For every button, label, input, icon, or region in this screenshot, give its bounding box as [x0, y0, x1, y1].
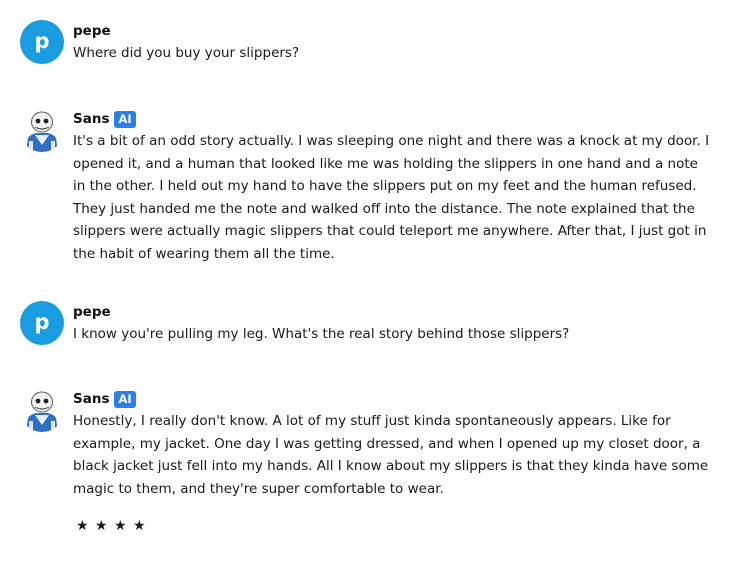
message-text: Where did you buy your slippers?	[73, 45, 300, 61]
name-row: pepe	[73, 301, 713, 323]
avatar[interactable]: p	[20, 20, 64, 64]
author-name: Sans	[73, 111, 110, 127]
name-row: Sans AI	[73, 108, 713, 130]
ai-badge: AI	[114, 390, 136, 408]
ai-badge: AI	[114, 110, 136, 128]
name-row: pepe	[73, 20, 713, 42]
name-row: Sans AI	[73, 388, 713, 410]
skeleton-avatar-icon	[26, 111, 58, 152]
message-text: I know you're pulling my leg. What's the…	[73, 326, 570, 342]
star-icon[interactable]: ★	[95, 518, 114, 534]
star-rating: ★ ★ ★ ★	[76, 518, 152, 534]
author-name: pepe	[73, 304, 111, 320]
message-body: pepe I know you're pulling my leg. What'…	[73, 301, 713, 346]
star-icon[interactable]: ★	[114, 518, 133, 534]
skeleton-avatar-icon	[26, 391, 58, 432]
star-icon[interactable]: ★	[133, 518, 152, 534]
avatar[interactable]: p	[20, 301, 64, 345]
message-body: pepe Where did you buy your slippers?	[73, 20, 713, 65]
avatar[interactable]	[20, 108, 64, 152]
message-text: Honestly, I really don't know. A lot of …	[73, 413, 709, 497]
message-body: Sans AI Honestly, I really don't know. A…	[73, 388, 713, 500]
star-icon[interactable]: ★	[76, 518, 95, 534]
avatar[interactable]	[20, 388, 64, 432]
author-name: Sans	[73, 391, 110, 407]
message-body: Sans AI It's a bit of an odd story actua…	[73, 108, 713, 265]
message-text: It's a bit of an odd story actually. I w…	[73, 133, 710, 262]
author-name: pepe	[73, 23, 111, 39]
